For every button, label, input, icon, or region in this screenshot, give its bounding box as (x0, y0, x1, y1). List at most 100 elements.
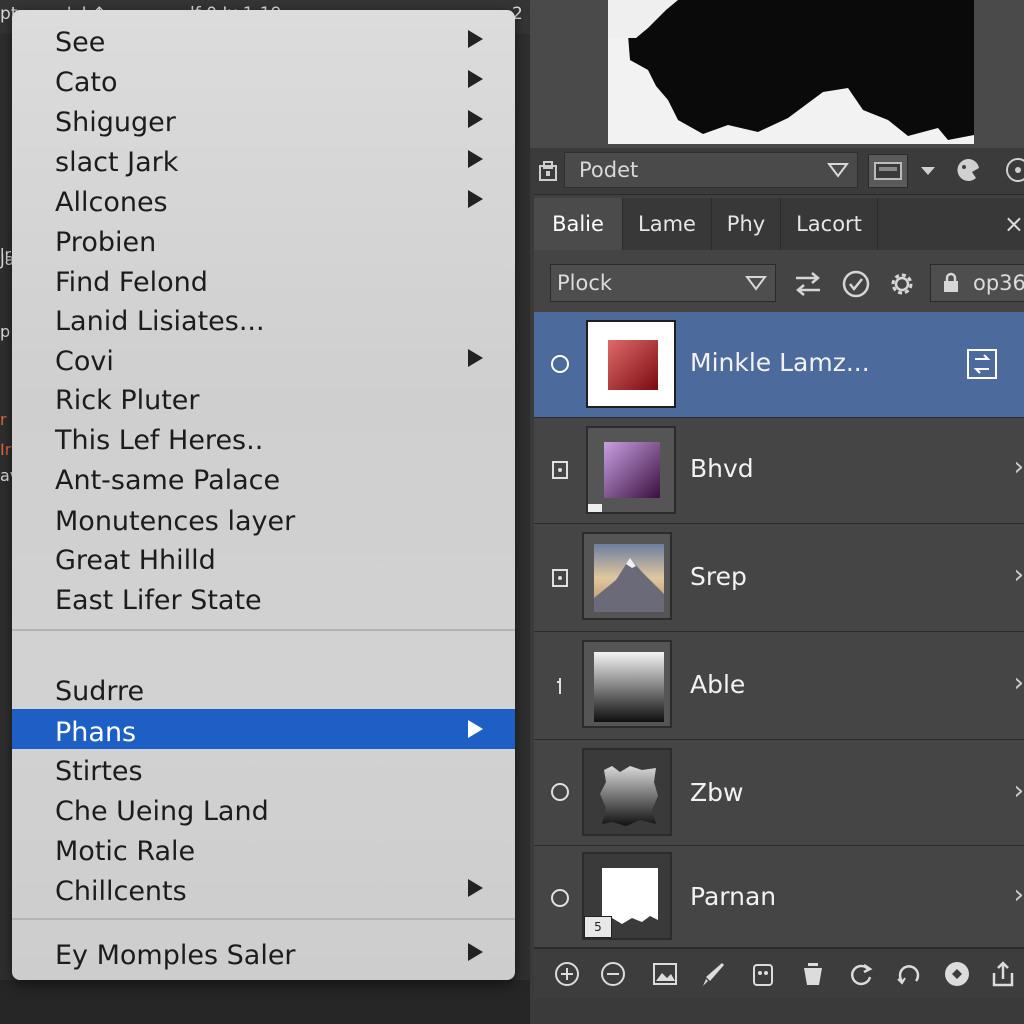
menu-item[interactable]: Chillcents (12, 868, 515, 908)
menu-item[interactable]: Ey Momples Saler (12, 932, 515, 972)
layer-thumbnail (586, 320, 676, 408)
layer-row[interactable]: 5 Parnan › (534, 846, 1024, 948)
layer-name: Able (690, 670, 746, 699)
layer-name: Srep (690, 562, 747, 591)
layer-row[interactable]: Minkle Lamz... (534, 312, 1024, 418)
blend-icon[interactable] (942, 959, 972, 989)
circle-icon[interactable] (548, 780, 572, 804)
tab-phy[interactable]: Phy (712, 198, 781, 250)
document-icon[interactable] (538, 160, 558, 182)
rotate-icon[interactable] (846, 959, 876, 989)
preset-dropdown[interactable]: Podet (564, 152, 858, 188)
tab-balie[interactable]: Balie (534, 198, 623, 250)
menu-item[interactable]: East Lifer State (12, 577, 515, 617)
menu-item[interactable]: Rick Pluter (12, 377, 515, 417)
layer-row[interactable]: Able › (534, 632, 1024, 740)
menu-item-label: Che Ueing Land (55, 796, 269, 827)
chevron-right-icon[interactable]: › (1014, 776, 1024, 806)
layer-thumbnail (582, 532, 672, 620)
menu-item-label: Phans (55, 717, 137, 748)
opacity-field[interactable]: op36 (930, 264, 1024, 302)
panel-toolbar: Podet (534, 148, 1024, 195)
add-icon[interactable] (552, 959, 582, 989)
swap-icon[interactable] (792, 268, 824, 300)
menu-item[interactable]: Stirtes (12, 748, 515, 788)
palette-icon (957, 158, 979, 181)
preset-value: Podet (579, 158, 639, 182)
loop-icon[interactable] (894, 959, 924, 989)
menu-item[interactable]: Cato (12, 59, 515, 99)
bar-icon[interactable] (548, 674, 572, 698)
layer-link-icon[interactable] (966, 348, 998, 380)
menu-separator (12, 629, 515, 631)
brush-icon[interactable] (698, 959, 728, 989)
edge-text-3: p (0, 322, 11, 341)
submenu-arrow-icon (468, 879, 483, 897)
panel-view-menu[interactable] (918, 154, 938, 186)
image-icon[interactable] (650, 959, 680, 989)
menu-item[interactable]: See (12, 19, 515, 59)
menu-item-label: Rick Pluter (55, 385, 200, 416)
layer-thumbnail (582, 640, 672, 728)
layer-row[interactable]: Bhvd › (534, 418, 1024, 524)
submenu-arrow-icon (468, 943, 483, 961)
menu-item[interactable]: Ant-same Palace (12, 457, 515, 497)
menu-item[interactable]: slact Jark (12, 139, 515, 179)
circle-icon[interactable] (548, 352, 572, 376)
close-icon[interactable]: × (1004, 210, 1024, 238)
menu-item[interactable]: Che Ueing Land (12, 788, 515, 828)
panel-view-button[interactable] (868, 154, 908, 188)
palette-button[interactable] (952, 154, 984, 186)
circle-icon[interactable] (548, 886, 572, 910)
menu-item[interactable]: Lanid Lisiates... (12, 298, 515, 338)
submenu-arrow-icon (468, 110, 483, 128)
bucket-icon[interactable] (798, 959, 828, 989)
menu-item-highlighted[interactable]: Phans (12, 709, 515, 749)
menu-item[interactable]: This Lef Heres.. (12, 417, 515, 457)
menu-item[interactable]: Shiguger (12, 99, 515, 139)
minus-icon[interactable] (598, 959, 628, 989)
chevron-right-icon[interactable]: › (1014, 880, 1024, 910)
menu-item[interactable]: Probien (12, 219, 515, 259)
menu-item[interactable]: Find Felond (12, 259, 515, 299)
panel-footer (534, 998, 1024, 1024)
layer-row[interactable]: Zbw › (534, 740, 1024, 846)
mask-icon[interactable] (748, 959, 778, 989)
layer-row[interactable]: Srep › (534, 524, 1024, 632)
gear-icon[interactable] (886, 268, 918, 300)
app-status-strip (0, 980, 530, 1024)
canvas-silhouette (608, 0, 974, 140)
check-circle-icon[interactable] (840, 268, 872, 300)
canvas-area[interactable] (530, 0, 1024, 148)
tab-lacort[interactable]: Lacort (781, 198, 878, 250)
tab-lame[interactable]: Lame (623, 198, 712, 250)
menu-item-label: Lanid Lisiates... (55, 306, 265, 337)
page-icon[interactable] (548, 458, 572, 482)
page-icon[interactable] (548, 566, 572, 590)
canvas-document[interactable] (608, 0, 974, 144)
menu-item-label: Ant-same Palace (55, 465, 281, 496)
export-icon[interactable] (988, 959, 1018, 989)
menu-item[interactable]: Covi (12, 338, 515, 378)
menu-item[interactable]: Sudrre (12, 668, 515, 708)
submenu-arrow-icon (468, 190, 483, 208)
edge-text-5: Ir (0, 440, 12, 459)
menu-item-label: Ey Momples Saler (55, 940, 296, 971)
menu-item[interactable]: Allcones (12, 179, 515, 219)
menu-item[interactable]: Great Hhilld (12, 537, 515, 577)
chevron-right-icon[interactable]: › (1014, 452, 1024, 482)
menu-item-label: Shiguger (55, 107, 176, 138)
menu-item-label: Great Hhilld (55, 545, 216, 576)
menu-item-label: Monutences layer (55, 506, 296, 537)
edge-text-6: av (0, 466, 20, 485)
kind-filter-dropdown[interactable]: Plock (550, 264, 776, 302)
chevron-right-icon[interactable]: › (1014, 560, 1024, 590)
panel-options-button[interactable] (1002, 154, 1024, 186)
layer-count-badge: 5 (584, 916, 612, 938)
chevron-down-icon (745, 276, 767, 291)
menu-item[interactable]: Monutences layer (12, 498, 515, 538)
layers-bottom-toolbar (534, 948, 1024, 999)
menu-item-label: slact Jark (55, 147, 179, 178)
chevron-right-icon[interactable]: › (1014, 668, 1024, 698)
menu-item[interactable]: Motic Rale (12, 828, 515, 868)
